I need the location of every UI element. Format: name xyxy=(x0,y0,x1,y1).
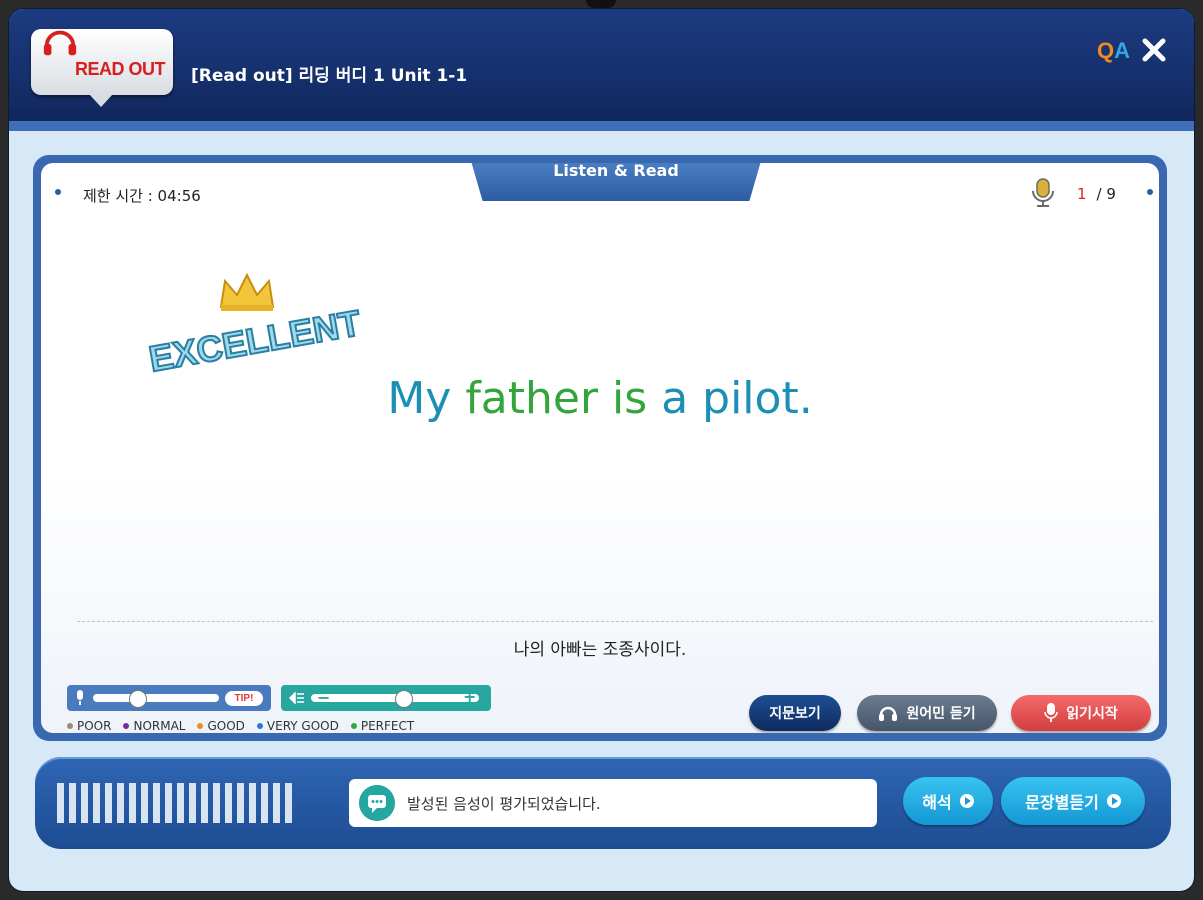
play-arrow-icon xyxy=(959,794,974,808)
legend-label: VERY GOOD xyxy=(266,719,339,733)
level-bar xyxy=(237,783,244,823)
legend-label: PERFECT xyxy=(360,719,415,733)
speed-slider[interactable]: − + xyxy=(281,685,491,711)
level-bar xyxy=(249,783,256,823)
page-total: / 9 xyxy=(1096,185,1116,203)
level-bar xyxy=(213,783,220,823)
legend-item: POOR xyxy=(67,719,111,733)
tab-label: Listen & Read xyxy=(553,163,679,180)
show-text-label: 지문보기 xyxy=(769,706,821,722)
status-message-box: 발성된 음성이 평가되었습니다. xyxy=(349,779,877,827)
close-icon[interactable] xyxy=(1139,35,1169,65)
logo-text: READ OUT xyxy=(75,59,166,79)
level-bar xyxy=(153,783,160,823)
level-bar xyxy=(177,783,184,823)
microphone-icon xyxy=(1032,178,1054,207)
legend-label: GOOD xyxy=(207,719,245,733)
level-bar xyxy=(165,783,172,823)
crown-icon xyxy=(219,272,275,311)
legend-dot xyxy=(123,723,130,729)
level-bar xyxy=(105,783,112,823)
qa-icon[interactable]: QA xyxy=(1097,38,1130,64)
legend-label: NORMAL xyxy=(133,719,186,733)
sentence-part-2: a pilot. xyxy=(647,373,813,424)
window-top-notch xyxy=(586,0,616,8)
level-bar xyxy=(69,783,76,823)
mic-volume-slider[interactable]: TIP! xyxy=(67,685,271,711)
sentence-listen-button[interactable]: 문장별듣기 xyxy=(1001,777,1145,825)
excellent-badge: EXCELLENT xyxy=(145,272,365,380)
reading-sentence: My father is a pilot. xyxy=(41,373,1159,424)
level-bar xyxy=(273,783,280,823)
qa-a-letter: A xyxy=(1114,38,1131,63)
level-bar xyxy=(93,783,100,823)
header-bar: READ OUT [Read out] 리딩 버디 1 Unit 1-1 QA xyxy=(9,9,1194,131)
legend-item: GOOD xyxy=(197,719,245,733)
level-bar xyxy=(117,783,124,823)
corner-dot xyxy=(1147,189,1153,195)
legend-item: PERFECT xyxy=(350,719,415,733)
legend-dot xyxy=(197,723,204,729)
time-limit: 제한 시간 : 04:56 xyxy=(83,187,201,205)
level-bar xyxy=(129,783,136,823)
play-arrow-icon xyxy=(1106,794,1121,808)
headphones-icon xyxy=(879,706,898,721)
minus-icon[interactable]: − xyxy=(317,688,330,707)
bottom-bar: 발성된 음성이 평가되었습니다. 해석 문장별듣기 xyxy=(35,757,1171,849)
app-window: READ OUT [Read out] 리딩 버디 1 Unit 1-1 QA … xyxy=(9,9,1194,891)
mic-small-icon xyxy=(77,690,83,705)
start-reading-label: 읽기시작 xyxy=(1066,706,1118,722)
corner-dot xyxy=(55,189,61,195)
status-message: 발성된 음성이 평가되었습니다. xyxy=(407,795,601,813)
content-card: Listen & Read 제한 시간 : 04:56 1 / 9 EXCELLE… xyxy=(41,163,1159,733)
native-listen-button[interactable]: 원어민 듣기 xyxy=(857,695,997,731)
excellent-text: EXCELLENT xyxy=(146,302,364,380)
tab-listen-read: Listen & Read xyxy=(471,163,761,201)
page-current: 1 xyxy=(1077,185,1087,203)
legend-dot xyxy=(350,723,357,729)
level-bar xyxy=(81,783,88,823)
level-bar xyxy=(261,783,268,823)
legend-dot xyxy=(67,723,73,729)
native-listen-label: 원어민 듣기 xyxy=(906,706,976,722)
level-bar xyxy=(141,783,148,823)
sentence-listen-label: 문장별듣기 xyxy=(1025,793,1099,812)
score-legend: POOR NORMAL GOOD VERY GOOD PERFECT xyxy=(67,719,414,733)
slider-track xyxy=(93,694,219,702)
page-indicator: 1 / 9 xyxy=(1077,185,1116,203)
level-bar xyxy=(57,783,64,823)
level-bar xyxy=(201,783,208,823)
audio-level-meter xyxy=(57,783,292,823)
microphone-icon xyxy=(1044,703,1058,722)
content-panel: Listen & Read 제한 시간 : 04:56 1 / 9 EXCELLE… xyxy=(33,155,1167,741)
sentence-part-1: My xyxy=(387,373,466,424)
level-bar xyxy=(189,783,196,823)
translate-label: 해석 xyxy=(922,793,952,812)
read-out-logo: READ OUT xyxy=(31,29,173,107)
chat-bubble-icon xyxy=(359,785,395,821)
headphones-icon xyxy=(43,30,77,56)
translation-text: 나의 아빠는 조종사이다. xyxy=(513,640,687,660)
legend-label: POOR xyxy=(77,719,112,733)
speed-icon xyxy=(289,692,304,704)
slider-knob[interactable] xyxy=(395,690,414,708)
level-bar xyxy=(225,783,232,823)
show-text-button[interactable]: 지문보기 xyxy=(749,695,841,731)
window-title: [Read out] 리딩 버디 1 Unit 1-1 xyxy=(191,66,468,86)
level-bar xyxy=(285,783,292,823)
translate-button[interactable]: 해석 xyxy=(903,777,993,825)
sentence-highlight: father is xyxy=(465,373,648,424)
divider xyxy=(77,621,1153,622)
start-reading-button[interactable]: 읽기시작 xyxy=(1011,695,1151,731)
legend-item: NORMAL xyxy=(123,719,185,733)
legend-item: VERY GOOD xyxy=(256,719,339,733)
plus-icon[interactable]: + xyxy=(463,687,476,706)
legend-dot xyxy=(256,723,263,729)
slider-knob[interactable] xyxy=(129,690,148,708)
tip-button[interactable]: TIP! xyxy=(225,691,263,706)
qa-q-letter: Q xyxy=(1097,38,1115,63)
